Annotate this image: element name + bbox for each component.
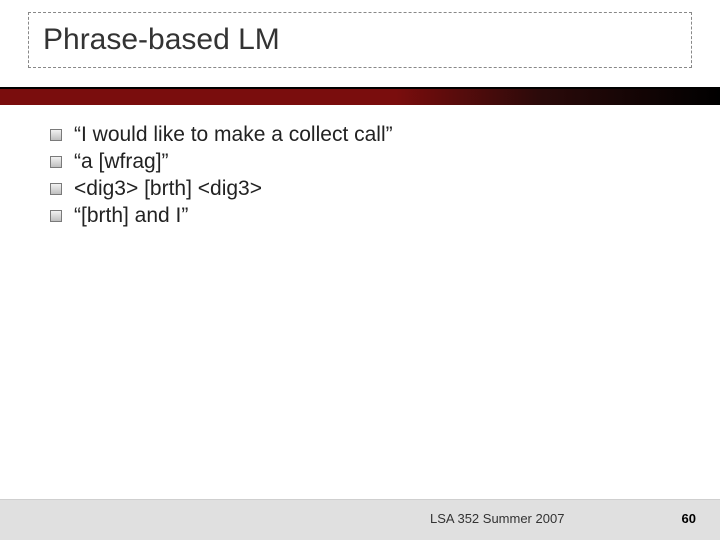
bullet-text: “I would like to make a collect call” xyxy=(74,123,393,147)
square-bullet-icon xyxy=(50,210,62,222)
square-bullet-icon xyxy=(50,129,62,141)
title-separator-bar xyxy=(0,87,720,105)
bullet-text: “[brth] and I” xyxy=(74,204,188,228)
slide-title: Phrase-based LM xyxy=(43,23,280,56)
list-item: “a [wfrag]” xyxy=(50,150,680,174)
bullet-text: <dig3> [brth] <dig3> xyxy=(74,177,262,201)
list-item: “[brth] and I” xyxy=(50,204,680,228)
footer-bar xyxy=(0,500,720,540)
list-item: “I would like to make a collect call” xyxy=(50,123,680,147)
square-bullet-icon xyxy=(50,183,62,195)
page-number: 60 xyxy=(682,511,696,526)
list-item: <dig3> [brth] <dig3> xyxy=(50,177,680,201)
content-area: “I would like to make a collect call” “a… xyxy=(50,120,680,231)
slide-title-box: Phrase-based LM xyxy=(28,12,692,68)
footer-course: LSA 352 Summer 2007 xyxy=(430,511,564,526)
bullet-text: “a [wfrag]” xyxy=(74,150,169,174)
square-bullet-icon xyxy=(50,156,62,168)
